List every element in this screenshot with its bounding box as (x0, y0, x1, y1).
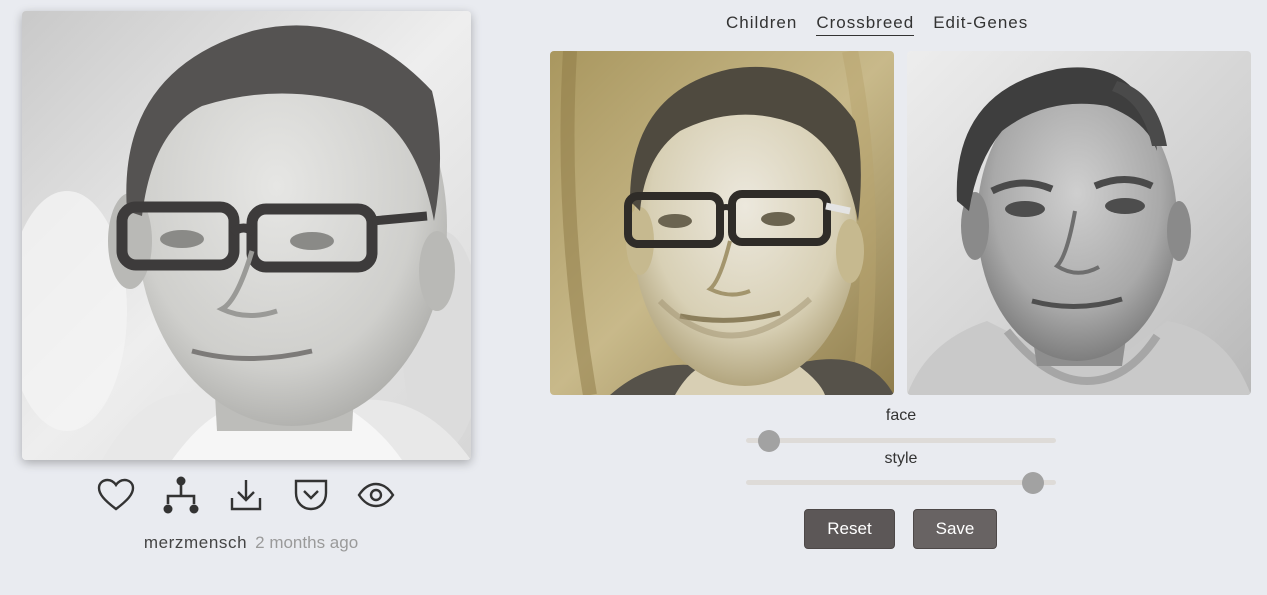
family-tree-button[interactable] (161, 476, 201, 514)
style-slider-track (746, 480, 1056, 485)
tab-edit-genes[interactable]: Edit-Genes (933, 13, 1028, 36)
eye-icon (357, 482, 395, 508)
parent-portrait-2[interactable] (907, 51, 1251, 395)
like-button[interactable] (96, 476, 136, 514)
reset-button[interactable]: Reset (804, 509, 895, 549)
style-slider-label: style (884, 450, 918, 467)
author-name[interactable]: merzmensch (144, 533, 247, 552)
download-icon (230, 480, 262, 511)
style-slider[interactable] (746, 471, 1056, 495)
tree-icon (163, 476, 199, 514)
pocket-icon (294, 479, 328, 511)
save-button[interactable]: Save (913, 509, 997, 549)
main-portrait[interactable] (22, 11, 471, 460)
face-slider-label: face (885, 407, 917, 424)
parent-portrait-2-image (907, 51, 1251, 395)
face-slider-track (746, 438, 1056, 443)
tab-children[interactable]: Children (726, 13, 797, 36)
download-button[interactable] (226, 476, 266, 514)
view-button[interactable] (356, 476, 396, 514)
crossbreed-page: merzmensch 2 months ago Children Crossbre… (0, 0, 1267, 595)
parent-portrait-1[interactable] (550, 51, 894, 395)
tab-crossbreed[interactable]: Crossbreed (816, 13, 915, 36)
style-slider-thumb[interactable] (1022, 472, 1045, 494)
parent-portrait-1-image (550, 51, 894, 395)
mode-tabs: Children Crossbreed Edit-Genes (726, 13, 1028, 36)
pocket-button[interactable] (291, 476, 331, 514)
post-meta: merzmensch 2 months ago (0, 533, 502, 553)
action-bar (96, 476, 396, 514)
heart-icon (97, 478, 135, 511)
main-portrait-image (22, 11, 471, 460)
timestamp: 2 months ago (255, 533, 359, 552)
face-slider-thumb[interactable] (757, 430, 780, 452)
